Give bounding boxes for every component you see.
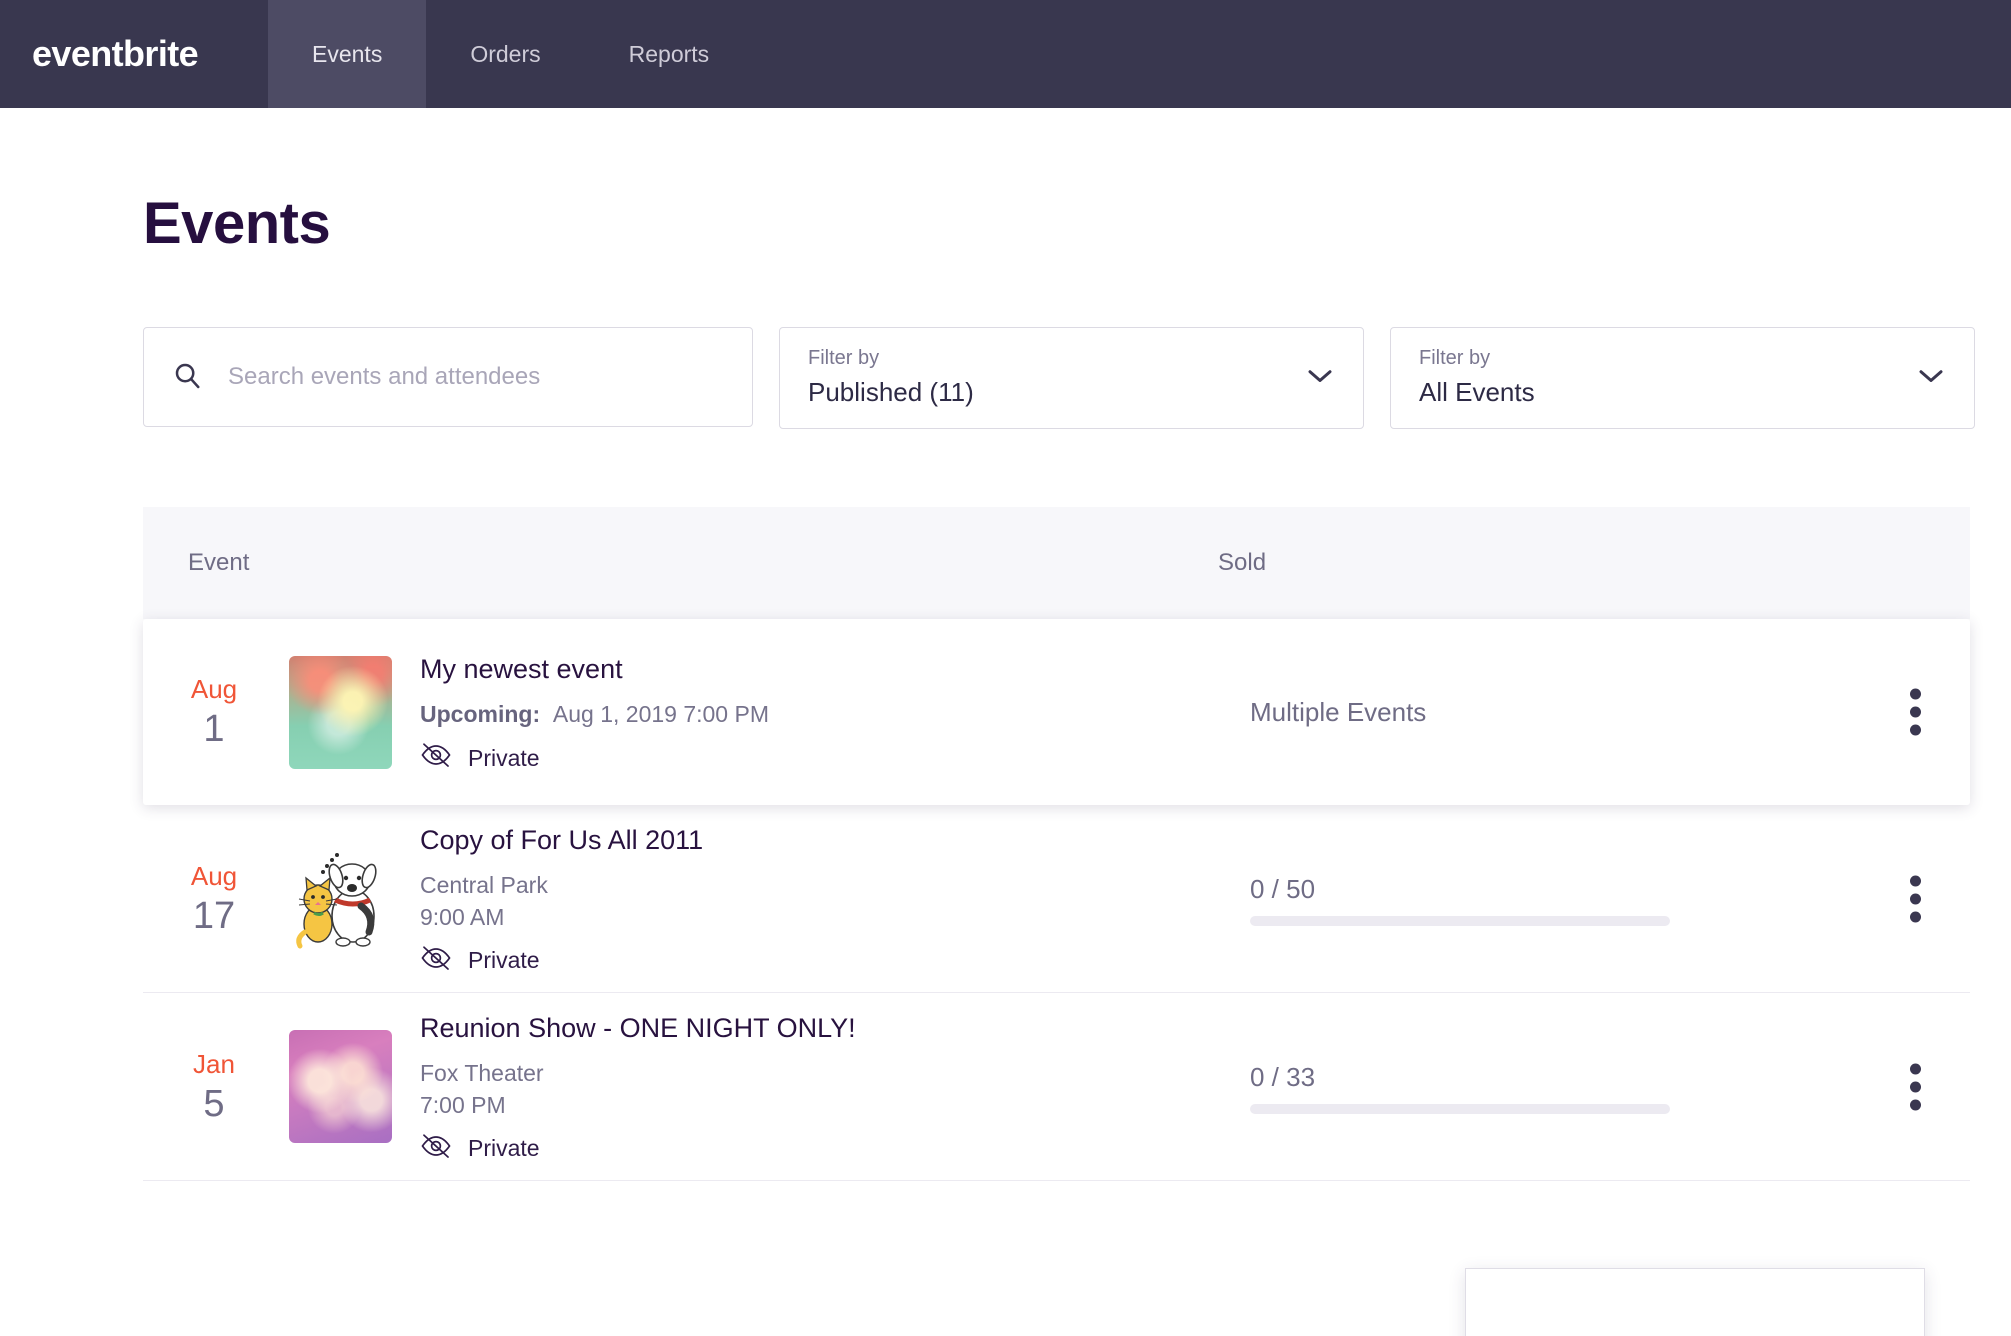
nav-item-reports-label: Reports: [628, 40, 710, 67]
event-sold: 0 / 33: [1250, 1060, 1680, 1114]
search-input[interactable]: [228, 363, 724, 391]
event-date: Aug 1: [161, 672, 267, 752]
nav-item-orders-label: Orders: [470, 40, 541, 67]
event-upcoming-label: Upcoming:: [420, 701, 541, 727]
table-row[interactable]: Jan 5 Reunion Show - ONE NIGHT ONLY! Fox…: [143, 993, 1970, 1181]
table-row[interactable]: Aug 1 My newest event Upcoming: Aug 1, 2…: [143, 619, 1970, 805]
row-actions-menu-button[interactable]: [1910, 1063, 1922, 1110]
event-sold-progress-bar: [1250, 915, 1670, 926]
column-header-sold: Sold: [1218, 549, 1267, 576]
event-time: 9:00 AM: [420, 903, 505, 930]
kebab-dot: [1910, 911, 1921, 922]
events-table: Event Sold Aug 1 My newest event Upcomin…: [143, 507, 1970, 1336]
event-date-month: Aug: [190, 674, 238, 704]
filter-status-label: Filter by: [808, 347, 880, 369]
event-privacy: Private: [420, 945, 1250, 977]
event-thumbnail: [289, 1030, 392, 1143]
search-box[interactable]: [143, 327, 753, 427]
kebab-dot: [1910, 893, 1921, 904]
nav-item-orders[interactable]: Orders: [426, 0, 584, 108]
nav-item-events-label: Events: [312, 40, 383, 67]
event-title[interactable]: Reunion Show - ONE NIGHT ONLY!: [420, 1009, 1250, 1047]
event-thumbnail: [289, 655, 392, 769]
row-actions-menu-button[interactable]: [1910, 688, 1922, 736]
event-date-day: 5: [203, 1082, 225, 1125]
table-header-row: Event Sold: [143, 507, 1970, 619]
kebab-dot: [1910, 1063, 1921, 1074]
event-time: 7:00 PM: [420, 1091, 506, 1118]
event-title[interactable]: Copy of For Us All 2011: [420, 821, 1250, 859]
search-icon: [172, 360, 202, 395]
kebab-dot: [1910, 688, 1921, 700]
event-date: Jan 5: [161, 1047, 267, 1127]
filter-status-value: Published (11): [808, 377, 974, 407]
brand-text: eventbrite: [32, 33, 199, 74]
chevron-down-icon: [1305, 366, 1335, 391]
chevron-down-icon: [1916, 366, 1946, 391]
event-info: Reunion Show - ONE NIGHT ONLY! Fox Theat…: [420, 1009, 1250, 1165]
top-navigation-bar: eventbrite Events Orders Reports: [0, 0, 2011, 108]
event-sold-value: 0 / 33: [1250, 1061, 1316, 1092]
page-title: Events: [143, 191, 331, 256]
menu-item-manage[interactable]: Manage: [1466, 1301, 1924, 1336]
kebab-dot: [1910, 1099, 1921, 1110]
row-actions-dropdown-menu: Manage Edit View: [1465, 1268, 1925, 1336]
eye-slash-icon: [420, 742, 452, 774]
event-date-day: 1: [203, 708, 225, 750]
event-info: Copy of For Us All 2011 Central Park 9:0…: [420, 821, 1250, 977]
kebab-dot: [1910, 724, 1921, 736]
event-title[interactable]: My newest event: [420, 650, 1250, 688]
event-sold-value: Multiple Events: [1250, 697, 1427, 727]
event-privacy: Private: [420, 742, 1250, 774]
event-date-month: Jan: [193, 1048, 235, 1079]
event-venue: Fox Theater: [420, 1059, 544, 1086]
column-header-event: Event: [188, 549, 250, 576]
page-content: Events Filter by Published (11) Filter b…: [0, 190, 2011, 1336]
event-sold: Multiple Events: [1250, 695, 1680, 729]
event-venue: Central Park: [420, 871, 548, 898]
event-info: My newest event Upcoming: Aug 1, 2019 7:…: [420, 650, 1250, 774]
event-date-day: 17: [192, 894, 236, 937]
filter-status-select[interactable]: Filter by Published (11): [779, 327, 1364, 429]
event-privacy: Private: [420, 1133, 1250, 1165]
event-thumbnail: [289, 842, 392, 955]
kebab-dot: [1910, 706, 1921, 718]
cat-dog-illustration: [295, 852, 377, 948]
event-sold-value: 0 / 50: [1250, 873, 1316, 904]
eye-slash-icon: [420, 1133, 452, 1165]
nav-items: Events Orders Reports: [268, 0, 753, 108]
event-privacy-label: Private: [468, 947, 540, 973]
event-upcoming-value: Aug 1, 2019 7:00 PM: [552, 701, 769, 727]
filter-bar: Filter by Published (11) Filter by All E…: [143, 327, 2011, 429]
filter-events-label: Filter by: [1419, 347, 1491, 369]
table-row[interactable]: Aug 17 Copy of For Us All 2011 Central P…: [143, 805, 1970, 993]
kebab-dot: [1910, 1081, 1921, 1092]
event-date-month: Aug: [190, 860, 238, 891]
event-privacy-label: Private: [468, 744, 540, 771]
event-privacy-label: Private: [468, 1135, 540, 1161]
row-actions-menu-button[interactable]: [1910, 875, 1922, 922]
filter-events-select[interactable]: Filter by All Events: [1390, 327, 1975, 429]
event-sold-progress-bar: [1250, 1103, 1670, 1114]
event-date: Aug 17: [161, 859, 267, 939]
nav-item-reports[interactable]: Reports: [585, 0, 754, 108]
eye-slash-icon: [420, 945, 452, 977]
nav-item-events[interactable]: Events: [268, 0, 427, 108]
event-sold: 0 / 50: [1250, 872, 1680, 926]
kebab-dot: [1910, 875, 1921, 886]
filter-events-value: All Events: [1419, 377, 1535, 407]
event-schedule: Upcoming: Aug 1, 2019 7:00 PM: [420, 698, 1250, 730]
eventbrite-logo[interactable]: eventbrite: [0, 0, 268, 108]
